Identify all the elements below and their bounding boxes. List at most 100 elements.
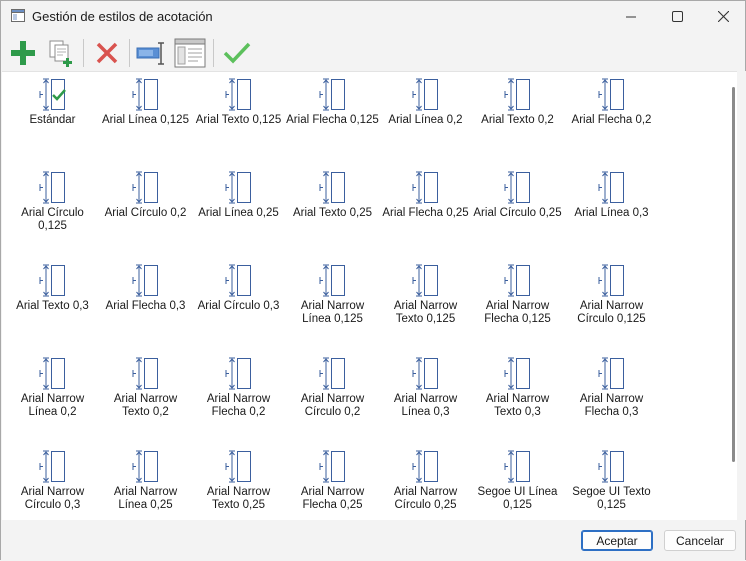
copy-icon <box>49 40 72 67</box>
style-item[interactable]: Arial Texto 0,2 <box>471 76 564 156</box>
style-item-label: Arial Narrow Texto 0,2 <box>113 393 178 418</box>
style-item[interactable]: Arial Narrow Círculo 0,125 <box>565 262 658 342</box>
copy-style-button[interactable] <box>45 37 77 69</box>
style-item[interactable]: Arial Texto 0,3 <box>6 262 99 342</box>
style-item[interactable]: Arial Texto 0,25 <box>286 169 379 249</box>
style-item[interactable]: Arial Círculo 0,25 <box>471 169 564 249</box>
toolbar-separator <box>129 39 130 67</box>
style-item[interactable]: Arial Narrow Flecha 0,3 <box>565 355 658 435</box>
style-item[interactable]: Arial Narrow Flecha 0,2 <box>192 355 285 435</box>
style-item[interactable]: Arial Flecha 0,125 <box>286 76 379 156</box>
toolbar <box>1 34 745 72</box>
style-item[interactable]: Arial Círculo 0,125 <box>6 169 99 249</box>
plus-icon <box>11 41 35 65</box>
styles-grid: Estándar Arial Línea 0,125 Arial Texto 0,1… <box>2 71 737 520</box>
style-item[interactable]: Estándar <box>6 76 99 156</box>
delete-x-icon <box>96 42 118 64</box>
dimension-style-icon <box>319 357 345 390</box>
dimension-style-icon <box>225 78 251 111</box>
style-item[interactable]: Arial Línea 0,25 <box>192 169 285 249</box>
style-item[interactable]: Arial Narrow Texto 0,125 <box>379 262 472 342</box>
style-item[interactable]: Arial Línea 0,2 <box>379 76 472 156</box>
style-item[interactable]: Arial Círculo 0,2 <box>99 169 192 249</box>
cancel-button[interactable]: Cancelar <box>664 530 736 551</box>
title-bar: Gestión de estilos de acotación <box>1 1 745 32</box>
style-item[interactable]: Segoe UI Texto 0,125 <box>565 448 658 520</box>
dimension-style-icon <box>39 171 65 204</box>
style-item[interactable]: Arial Narrow Flecha 0,25 <box>286 448 379 520</box>
close-icon <box>717 11 729 22</box>
style-item[interactable]: Arial Narrow Texto 0,2 <box>99 355 192 435</box>
style-item[interactable]: Arial Narrow Círculo 0,3 <box>6 448 99 520</box>
style-item-label: Arial Narrow Flecha 0,25 <box>300 486 365 511</box>
style-item[interactable]: Segoe UI Línea 0,125 <box>471 448 564 520</box>
style-item[interactable]: Arial Narrow Círculo 0,25 <box>379 448 472 520</box>
style-item-label: Arial Texto 0,3 <box>16 300 89 312</box>
style-item[interactable]: Arial Narrow Línea 0,25 <box>99 448 192 520</box>
style-item[interactable]: Arial Narrow Línea 0,3 <box>379 355 472 435</box>
style-item-label: Arial Narrow Línea 0,3 <box>393 393 458 418</box>
dimension-style-icon <box>132 450 158 483</box>
rename-icon <box>136 42 164 65</box>
dimension-style-icon <box>225 357 251 390</box>
style-item[interactable]: Arial Flecha 0,3 <box>99 262 192 342</box>
style-item-label: Segoe UI Texto 0,125 <box>572 486 651 511</box>
dialog-footer: Aceptar Cancelar <box>1 520 745 561</box>
scrollbar-track[interactable] <box>737 71 746 520</box>
style-item[interactable]: Arial Círculo 0,3 <box>192 262 285 342</box>
scrollbar-thumb[interactable] <box>732 87 735 462</box>
add-style-button[interactable] <box>7 37 39 69</box>
dimension-style-icon <box>598 450 624 483</box>
rename-style-button[interactable] <box>136 37 168 69</box>
dimension-style-icon <box>132 357 158 390</box>
dimension-style-icon <box>319 171 345 204</box>
style-item-label: Arial Círculo 0,3 <box>197 300 280 312</box>
style-item-label: Arial Línea 0,3 <box>574 207 649 219</box>
style-item-label: Arial Texto 0,25 <box>292 207 373 219</box>
style-item[interactable]: Arial Narrow Línea 0,2 <box>6 355 99 435</box>
maximize-button[interactable] <box>654 1 700 32</box>
dimension-style-icon <box>412 78 438 111</box>
set-current-button[interactable] <box>221 37 253 69</box>
dimension-style-icon <box>39 78 66 111</box>
dimension-style-icon <box>225 171 251 204</box>
dimension-style-icon <box>39 450 65 483</box>
edit-style-button[interactable] <box>174 37 206 69</box>
style-item[interactable]: Arial Narrow Línea 0,125 <box>286 262 379 342</box>
window-title: Gestión de estilos de acotación <box>32 9 213 24</box>
dimension-style-icon <box>225 450 251 483</box>
style-item[interactable]: Arial Narrow Flecha 0,125 <box>471 262 564 342</box>
style-item-label: Arial Narrow Círculo 0,125 <box>577 300 646 325</box>
style-item-label: Arial Círculo 0,125 <box>21 207 84 232</box>
style-item-label: Arial Narrow Círculo 0,3 <box>20 486 85 511</box>
style-item-label: Arial Narrow Círculo 0,2 <box>300 393 365 418</box>
style-item[interactable]: Arial Línea 0,125 <box>99 76 192 156</box>
style-item[interactable]: Arial Narrow Texto 0,25 <box>192 448 285 520</box>
style-item[interactable]: Arial Flecha 0,25 <box>379 169 472 249</box>
toolbar-separator <box>83 39 84 67</box>
dimension-style-icon <box>39 264 65 297</box>
style-item[interactable]: Arial Línea 0,3 <box>565 169 658 249</box>
style-item-label: Arial Narrow Línea 0,125 <box>300 300 365 325</box>
style-item-label: Arial Narrow Flecha 0,2 <box>206 393 271 418</box>
style-item[interactable]: Arial Flecha 0,2 <box>565 76 658 156</box>
dimension-style-icon <box>132 171 158 204</box>
style-item-label: Arial Círculo 0,25 <box>473 207 562 219</box>
ok-button[interactable]: Aceptar <box>581 530 653 551</box>
style-item-label: Arial Flecha 0,2 <box>571 114 652 126</box>
style-item[interactable]: Arial Texto 0,125 <box>192 76 285 156</box>
style-item-label: Arial Narrow Flecha 0,3 <box>579 393 644 418</box>
delete-style-button[interactable] <box>91 37 123 69</box>
app-window-icon <box>11 9 25 22</box>
close-button[interactable] <box>700 1 746 32</box>
style-item[interactable]: Arial Narrow Texto 0,3 <box>471 355 564 435</box>
dimension-style-icon <box>412 171 438 204</box>
style-item[interactable]: Arial Narrow Círculo 0,2 <box>286 355 379 435</box>
style-item-label: Arial Narrow Línea 0,2 <box>20 393 85 418</box>
style-item-label: Arial Texto 0,2 <box>481 114 554 126</box>
dimension-style-icon <box>319 78 345 111</box>
minimize-button[interactable] <box>608 1 654 32</box>
dimension-style-icon <box>598 357 624 390</box>
style-item-label: Arial Narrow Línea 0,25 <box>113 486 178 511</box>
style-item-label: Arial Flecha 0,3 <box>105 300 186 312</box>
